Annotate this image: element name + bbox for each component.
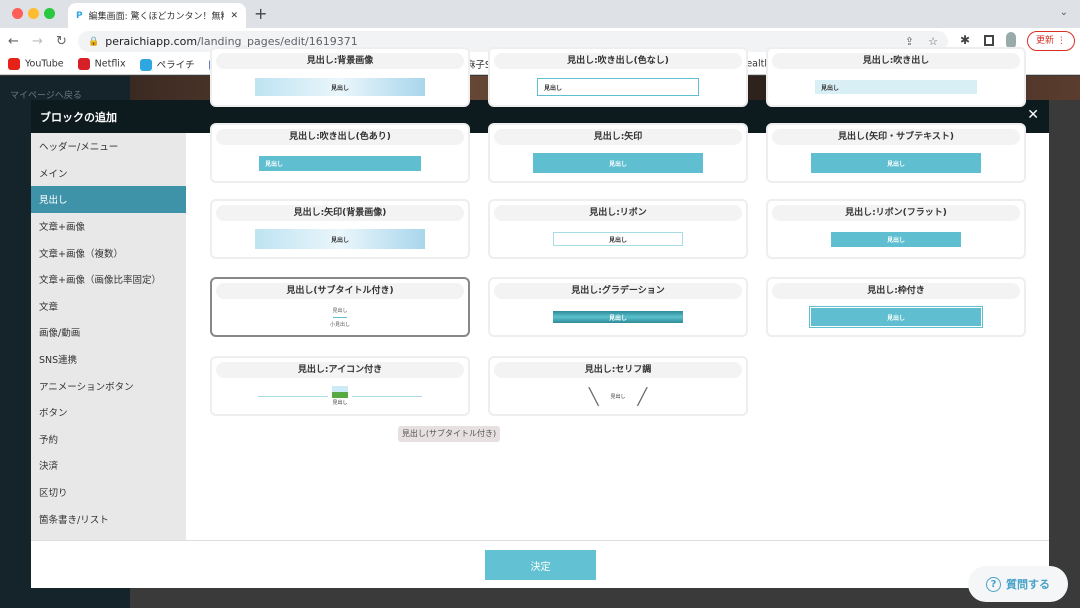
lock-icon: 🔒 (88, 36, 100, 47)
bookmark-favicon-icon (8, 58, 20, 70)
block-card-title: 見出し:吹き出し (772, 53, 1020, 69)
block-card-title: 見出し:リボン(フラット) (772, 205, 1020, 221)
block-preview: 見出し (212, 69, 468, 105)
block-card[interactable]: 見出し:リボン(フラット) 見出し (766, 199, 1026, 259)
block-preview: 見出し (768, 299, 1024, 335)
block-preview: 見出し (768, 69, 1024, 105)
bookmark-item[interactable]: Netflix (77, 58, 126, 70)
block-card-title: 見出し:矢印(背景画像) (216, 205, 464, 221)
block-card-title: 見出し(サブタイトル付き) (216, 283, 464, 299)
block-preview: 見出し (212, 145, 468, 181)
modal-title: ブロックの追加 (40, 110, 117, 124)
question-icon: ? (986, 576, 1001, 592)
maximize-window-button[interactable] (44, 8, 55, 19)
block-card-title: 見出し:グラデーション (494, 283, 742, 299)
category-item[interactable]: 予約 (31, 426, 186, 453)
close-window-button[interactable] (12, 8, 23, 19)
category-list: ヘッダー/メニュー メイン 見出し 文章+画像 文章+画像（複数） 文章+画像（画像比率固… (31, 133, 186, 540)
block-card[interactable]: 見出し:枠付き 見出し (766, 277, 1026, 337)
category-item[interactable]: アニメーションボタン (31, 372, 186, 399)
category-item[interactable]: ヘッダー/メニュー (31, 133, 186, 160)
block-card-title: 見出し:リボン (494, 205, 742, 221)
update-button[interactable]: 更新 ⋮ (1027, 31, 1075, 51)
tab-search-chevron-icon[interactable]: ⌄ (1060, 7, 1068, 18)
category-item[interactable]: 決済 (31, 452, 186, 479)
block-preview: ╲ 見出し ╱ (588, 386, 648, 406)
help-button[interactable]: ? 質問する (968, 566, 1068, 602)
forward-button[interactable]: → (32, 34, 43, 49)
block-card[interactable]: 見出し:セリフ調 ╲ 見出し ╱ (488, 356, 748, 416)
reload-button[interactable]: ↻ (56, 34, 67, 49)
category-item[interactable]: 区切り (31, 479, 186, 506)
block-preview: 見出し (490, 145, 746, 181)
category-item[interactable]: メイン (31, 160, 186, 187)
block-card[interactable]: 見出し:矢印 見出し (488, 123, 748, 183)
block-card[interactable]: 見出し:リボン 見出し (488, 199, 748, 259)
bookmark-favicon-icon (77, 58, 90, 70)
browser-tab[interactable]: P 編集画面: 驚くほどカンタン！無料 ✕ (68, 3, 246, 28)
block-card-title: 見出し:枠付き (772, 283, 1020, 299)
confirm-button[interactable]: 決定 (485, 550, 596, 580)
category-item[interactable]: 文章+画像 (31, 213, 186, 240)
block-preview: 見出し (212, 378, 468, 414)
image-placeholder-icon (332, 386, 348, 398)
block-card[interactable]: 見出し:背景画像 見出し (210, 47, 470, 107)
block-card[interactable]: 見出し(サブタイトル付き) 見出し 小見出し (210, 277, 470, 337)
category-item[interactable]: 見出し (31, 186, 186, 213)
close-icon[interactable]: ✕ (1027, 107, 1039, 123)
block-preview: 見出し (490, 69, 746, 105)
modal-footer: 決定 (31, 540, 1049, 588)
block-card-title: 見出し:セリフ調 (494, 362, 742, 378)
block-preview: 見出し (490, 299, 746, 335)
close-tab-icon[interactable]: ✕ (230, 11, 238, 21)
category-item[interactable]: 文章+画像（複数） (31, 239, 186, 266)
block-card-title: 見出し:背景画像 (216, 53, 464, 69)
block-card[interactable]: 見出し:吹き出し(色なし) 見出し (488, 47, 748, 107)
block-card[interactable]: 見出し:吹き出し(色あり) 見出し (210, 123, 470, 183)
block-card[interactable]: 見出し:矢印(背景画像) 見出し (210, 199, 470, 259)
block-preview: 見出し (212, 221, 468, 257)
block-card-title: 見出し:吹き出し(色あり) (216, 129, 464, 145)
block-card-title: 見出し:吹き出し(色なし) (494, 53, 742, 69)
help-label: 質問する (1006, 578, 1050, 591)
bookmark-favicon-icon (139, 59, 152, 72)
block-card-title: 見出し(矢印・サブテキスト) (772, 129, 1020, 145)
side-panel-icon[interactable] (984, 35, 994, 46)
block-card[interactable]: 見出し:アイコン付き 見出し (210, 356, 470, 416)
category-item[interactable]: 箇条書き/リスト (31, 505, 186, 532)
block-card[interactable]: 見出し:グラデーション 見出し (488, 277, 748, 337)
category-item[interactable]: SNS連携 (31, 346, 186, 373)
minimize-window-button[interactable] (28, 8, 39, 19)
back-button[interactable]: ← (8, 34, 19, 49)
tab-title: 編集画面: 驚くほどカンタン！無料 (88, 12, 225, 22)
category-item[interactable]: 文章 (31, 293, 186, 320)
block-card-title: 見出し:アイコン付き (216, 362, 464, 378)
block-card[interactable]: 見出し(矢印・サブテキスト) 見出し (766, 123, 1026, 183)
bookmark-item[interactable]: YouTube (8, 58, 64, 70)
extensions-icon[interactable]: ✱ (960, 33, 970, 47)
category-item[interactable]: 文章+画像（画像比率固定） (31, 266, 186, 293)
tooltip: 見出し(サブタイトル付き) (398, 426, 500, 442)
new-tab-button[interactable]: + (254, 4, 267, 23)
block-card[interactable]: 見出し:吹き出し 見出し (766, 47, 1026, 107)
block-preview: 見出し (490, 221, 746, 257)
block-preview: 見出し (768, 221, 1024, 257)
peraichi-favicon-icon: P (76, 10, 83, 21)
bookmark-item[interactable]: ペライチ (139, 57, 195, 72)
category-item[interactable]: ボタン (31, 399, 186, 426)
block-preview: 見出し (768, 145, 1024, 181)
category-item[interactable]: 画像/動画 (31, 319, 186, 346)
block-preview: 見出し 小見出し (329, 307, 350, 328)
block-card-title: 見出し:矢印 (494, 129, 742, 145)
tab-bar: P 編集画面: 驚くほどカンタン！無料 ✕ + ⌄ (0, 0, 1080, 28)
